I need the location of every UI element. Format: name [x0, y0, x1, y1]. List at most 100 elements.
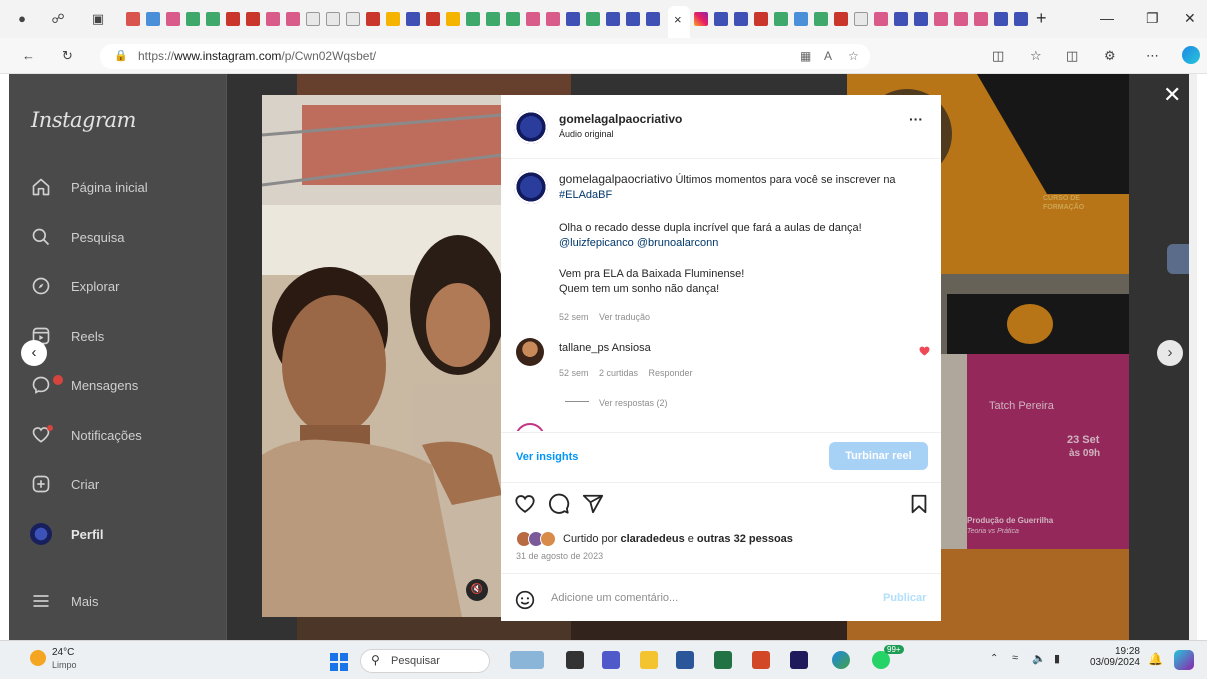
powerpoint-icon[interactable] — [752, 651, 770, 669]
address-bar[interactable]: 🔒 https://www.instagram.com/p/Cwn02Wqsbe… — [100, 44, 870, 69]
tab-favicon[interactable] — [934, 12, 948, 26]
tab-favicon[interactable] — [286, 12, 300, 26]
like-heart-icon[interactable] — [514, 493, 536, 515]
sidebar-item-notifications[interactable]: Notificações — [23, 418, 219, 452]
tab-favicon[interactable] — [126, 12, 140, 26]
app-available-icon[interactable]: ▦ — [800, 44, 811, 69]
tab-favicon[interactable] — [794, 12, 808, 26]
sidebar-item-search[interactable]: Pesquisa — [23, 220, 219, 254]
battery-icon[interactable]: ▮ — [1054, 652, 1060, 665]
sidebar-item-messages[interactable]: Mensagens — [23, 368, 219, 402]
drive-tab-favicon[interactable] — [446, 12, 460, 26]
teams-icon[interactable] — [602, 651, 620, 669]
liked-by-user[interactable]: claradedeus — [620, 533, 684, 545]
tab-favicon[interactable] — [646, 12, 660, 26]
tab-favicon[interactable] — [1014, 12, 1028, 26]
tab-favicon[interactable] — [714, 12, 728, 26]
sidebar-item-explore[interactable]: Explorar — [23, 269, 219, 303]
restore-icon[interactable]: ❐ — [1146, 10, 1159, 27]
refresh-icon[interactable]: ↻ — [62, 48, 73, 64]
publish-button[interactable]: Publicar — [883, 592, 926, 604]
copilot-taskbar-icon[interactable] — [1174, 650, 1194, 670]
settings-more-icon[interactable]: ⋯ — [1146, 48, 1159, 64]
tab-favicon[interactable] — [206, 12, 220, 26]
favorite-star-icon[interactable]: ☆ — [848, 44, 859, 69]
tab-favicon[interactable] — [346, 12, 360, 26]
save-bookmark-icon[interactable] — [908, 493, 930, 515]
audio-label[interactable]: Áudio original — [559, 129, 614, 139]
notifications-bell-icon[interactable]: 🔔 — [1148, 652, 1163, 666]
new-tab-button[interactable]: + — [1036, 8, 1047, 29]
comment-username[interactable]: tallane_ps — [559, 342, 609, 354]
taskbar-search[interactable]: ⚲ Pesquisar — [360, 649, 490, 673]
gmail-tab-favicon[interactable] — [226, 12, 240, 26]
sidebar-item-profile[interactable]: Perfil — [23, 517, 219, 551]
liker-avatars[interactable] — [516, 531, 560, 547]
instagram-tab-favicon[interactable] — [694, 12, 708, 26]
caption-timestamp[interactable]: 52 sem — [559, 312, 589, 322]
edge-icon[interactable] — [832, 651, 850, 669]
task-view-icon[interactable] — [566, 651, 584, 669]
weather-widget[interactable]: 24°C Limpo — [30, 647, 110, 675]
tab-favicon[interactable] — [814, 12, 828, 26]
tab-favicon[interactable] — [266, 12, 280, 26]
comment-input[interactable]: Adicione um comentário... — [551, 592, 678, 604]
copilot-icon[interactable] — [1182, 46, 1200, 64]
tab-favicon[interactable] — [894, 12, 908, 26]
tab-favicon[interactable] — [954, 12, 968, 26]
word-icon[interactable] — [676, 651, 694, 669]
read-aloud-icon[interactable]: A — [824, 44, 832, 69]
excel-icon[interactable] — [714, 651, 732, 669]
comment-icon[interactable] — [548, 493, 570, 515]
lock-icon[interactable]: 🔒 — [114, 44, 128, 69]
gmail-tab-favicon[interactable] — [246, 12, 260, 26]
view-insights-link[interactable]: Ver insights — [516, 451, 578, 463]
boost-reel-button[interactable]: Turbinar reel — [829, 442, 928, 470]
wifi-icon[interactable]: ≈ — [1012, 652, 1018, 664]
tab-favicon[interactable] — [874, 12, 888, 26]
clock[interactable]: 19:28 03/09/2024 — [1082, 646, 1140, 668]
reply-link[interactable]: Responder — [648, 368, 692, 378]
tab-favicon[interactable] — [834, 12, 848, 26]
tab-actions-icon[interactable]: ▣ — [90, 11, 106, 27]
liked-heart-icon[interactable] — [919, 346, 930, 356]
tab-favicon[interactable] — [606, 12, 620, 26]
see-translation-link[interactable]: Ver tradução — [599, 312, 650, 322]
tab-favicon[interactable] — [486, 12, 500, 26]
tab-favicon[interactable] — [466, 12, 480, 26]
avatar[interactable] — [514, 110, 548, 144]
tab-favicon[interactable] — [326, 12, 340, 26]
view-replies-button[interactable]: Ver respostas (2) — [565, 393, 668, 411]
extensions-icon[interactable]: ⚙ — [1104, 48, 1116, 64]
caption-username[interactable]: gomelagalpaocriativo — [559, 172, 672, 186]
comment-timestamp[interactable]: 52 sem — [559, 368, 589, 378]
collections-icon[interactable]: ◫ — [1066, 48, 1078, 64]
sidebar-item-create[interactable]: Criar — [23, 467, 219, 501]
next-post-button[interactable]: › — [1157, 340, 1183, 366]
mention-link[interactable]: @luizfepicanco — [559, 237, 634, 249]
avatar[interactable] — [514, 170, 548, 204]
workspaces-icon[interactable]: ☍ — [50, 11, 66, 27]
show-hidden-icons[interactable]: ⌃ — [990, 653, 998, 664]
sidebar-item-reels[interactable]: Reels — [23, 319, 219, 353]
tab-favicon[interactable] — [546, 12, 560, 26]
gmail-tab-favicon[interactable] — [366, 12, 380, 26]
avatar[interactable] — [516, 338, 544, 366]
profile-icon[interactable]: ● — [14, 11, 30, 27]
emoji-icon[interactable] — [515, 590, 535, 610]
reel-video[interactable]: 🔇 — [262, 95, 502, 617]
gmail-tab-favicon[interactable] — [426, 12, 440, 26]
taskbar-widget-icon[interactable] — [510, 651, 544, 669]
tab-favicon[interactable] — [186, 12, 200, 26]
tab-close-icon[interactable]: × — [674, 12, 682, 27]
liked-by-others-link[interactable]: outras 32 pessoas — [697, 533, 793, 545]
comment-likes[interactable]: 2 curtidas — [599, 368, 638, 378]
file-explorer-icon[interactable] — [640, 651, 658, 669]
volume-icon[interactable]: 🔈 — [1032, 652, 1046, 665]
split-screen-icon[interactable]: ◫ — [992, 48, 1004, 64]
tab-favicon[interactable] — [506, 12, 520, 26]
tab-favicon[interactable] — [974, 12, 988, 26]
share-icon[interactable] — [582, 493, 604, 515]
hashtag-link[interactable]: #ELAdaBF — [559, 189, 612, 201]
sidebar-item-more[interactable]: Mais — [23, 584, 219, 618]
